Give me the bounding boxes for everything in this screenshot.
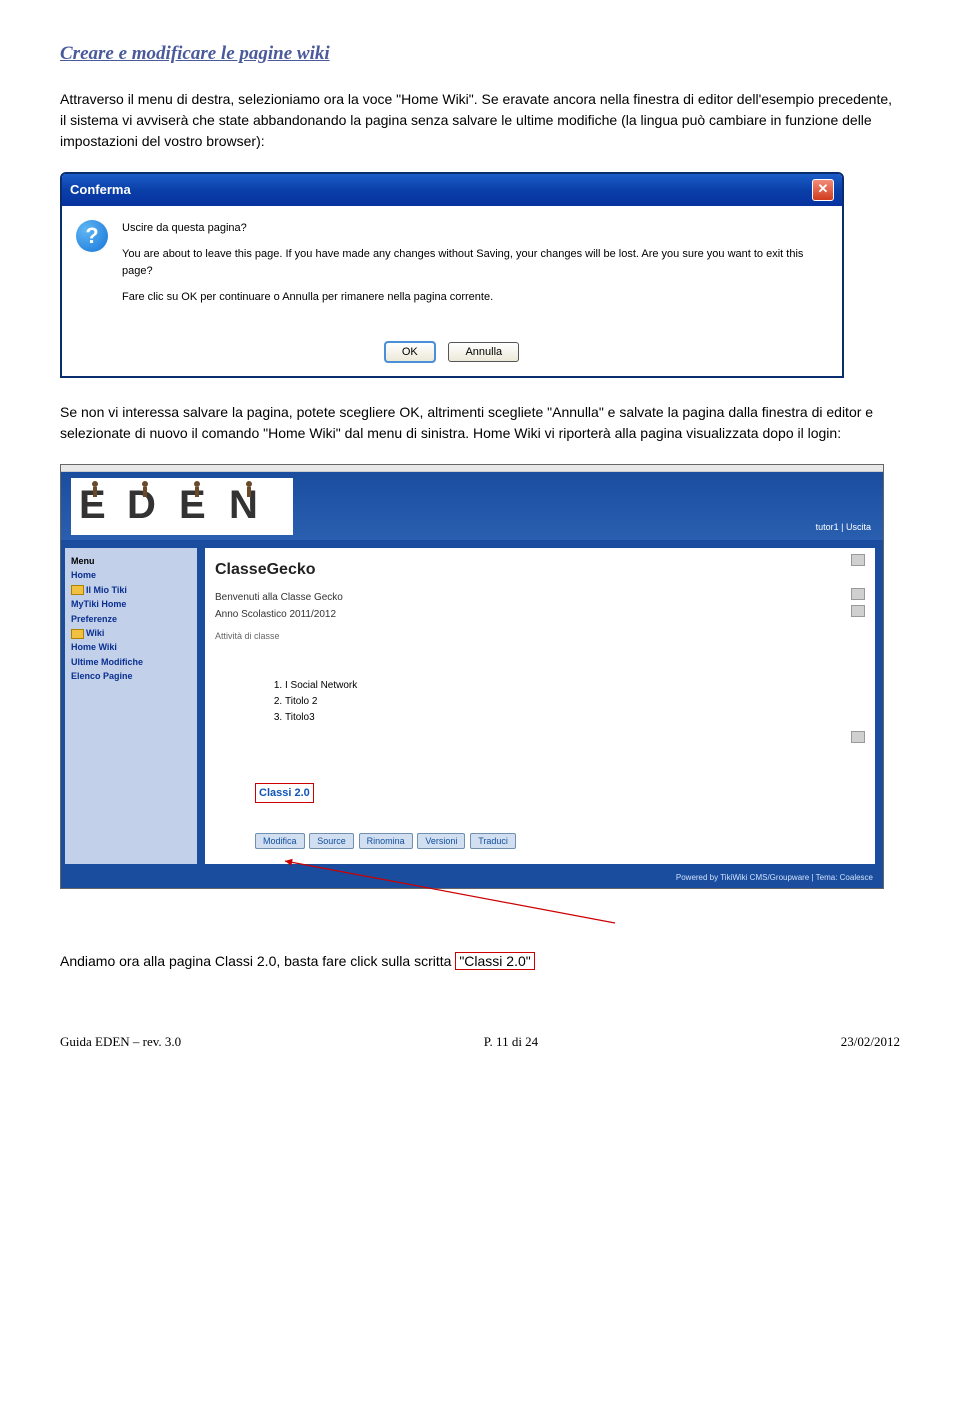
paragraph-3-prefix: Andiamo ora alla pagina Classi 2.0, bast… — [60, 953, 455, 969]
eden-main: ClasseGecko Benvenuti alla Classe Gecko … — [205, 548, 875, 864]
eden-userlinks[interactable]: tutor1 | Uscita — [816, 521, 871, 535]
svg-text:N: N — [229, 483, 258, 527]
eden-logo: E D E N — [71, 478, 293, 535]
paragraph-3-highlight: "Classi 2.0" — [455, 952, 534, 970]
menu-preferenze[interactable]: Preferenze — [71, 612, 191, 626]
dialog-title: Conferma — [70, 180, 131, 200]
dialog-body: ? Uscire da questa pagina? You are about… — [62, 206, 842, 330]
eden-year: Anno Scolastico 2011/2012 — [215, 607, 865, 622]
dialog-line-2: You are about to leave this page. If you… — [122, 246, 828, 279]
cancel-button[interactable]: Annulla — [448, 342, 519, 362]
eden-list-item-2[interactable]: Titolo 2 — [285, 694, 865, 709]
tool-versioni[interactable]: Versioni — [417, 833, 465, 849]
eden-welcome-text: Benvenuti alla Classe Gecko — [215, 592, 343, 603]
eden-list-item-3[interactable]: Titolo3 — [285, 710, 865, 725]
paragraph-2: Se non vi interessa salvare la pagina, p… — [60, 402, 900, 444]
svg-text:E: E — [79, 483, 106, 527]
document-footer: Guida EDEN – rev. 3.0 P. 11 di 24 23/02/… — [60, 1032, 900, 1052]
section-title: Creare e modificare le pagine wiki — [60, 40, 900, 69]
footer-center: P. 11 di 24 — [484, 1032, 538, 1052]
svg-text:D: D — [127, 483, 156, 527]
menu-folder-miotiki[interactable]: Il Mio Tiki — [71, 583, 191, 597]
page-icon[interactable] — [851, 554, 865, 566]
red-arrow — [60, 855, 884, 925]
menu-folder-wiki-label: Wiki — [86, 628, 104, 638]
tool-traduci[interactable]: Traduci — [470, 833, 516, 849]
eden-sidebar-menu: Menu Home Il Mio Tiki MyTiki Home Prefer… — [65, 548, 197, 864]
menu-mytikihome[interactable]: MyTiki Home — [71, 597, 191, 611]
close-icon[interactable]: ✕ — [812, 179, 834, 201]
edit-icon[interactable] — [851, 731, 865, 743]
dialog-line-1: Uscire da questa pagina? — [122, 220, 828, 237]
dialog-titlebar: Conferma ✕ — [62, 174, 842, 206]
menu-folder-wiki[interactable]: Wiki — [71, 626, 191, 640]
eden-year-text: Anno Scolastico 2011/2012 — [215, 609, 336, 620]
menu-ultime[interactable]: Ultime Modifiche — [71, 655, 191, 669]
menu-heading: Menu — [71, 554, 191, 568]
menu-homewiki[interactable]: Home Wiki — [71, 640, 191, 654]
menu-home[interactable]: Home — [71, 568, 191, 582]
edit-icon[interactable] — [851, 588, 865, 600]
eden-welcome: Benvenuti alla Classe Gecko — [215, 590, 865, 605]
svg-text:E: E — [179, 483, 206, 527]
tool-rinomina[interactable]: Rinomina — [359, 833, 413, 849]
eden-header: E D E N tutor1 | Uscita — [61, 472, 883, 540]
menu-elenco[interactable]: Elenco Pagine — [71, 669, 191, 683]
eden-activity: Attività di classe — [215, 630, 865, 644]
paragraph-1: Attraverso il menu di destra, selezionia… — [60, 89, 900, 152]
footer-right: 23/02/2012 — [841, 1032, 900, 1052]
paragraph-3: Andiamo ora alla pagina Classi 2.0, bast… — [60, 951, 900, 972]
edit-icon[interactable] — [851, 605, 865, 617]
dialog-text: Uscire da questa pagina? You are about t… — [122, 220, 828, 316]
ok-button[interactable]: OK — [385, 342, 435, 362]
folder-icon — [71, 629, 84, 639]
confirm-dialog: Conferma ✕ ? Uscire da questa pagina? Yo… — [60, 172, 844, 379]
eden-toolbar: Modifica Source Rinomina Versioni Traduc… — [255, 833, 865, 849]
dialog-line-3: Fare clic su OK per continuare o Annulla… — [122, 289, 828, 306]
eden-page-title: ClasseGecko — [215, 558, 865, 582]
browser-topbar — [61, 465, 883, 472]
eden-activity-list: I Social Network Titolo 2 Titolo3 — [285, 678, 865, 725]
tool-modifica[interactable]: Modifica — [255, 833, 305, 849]
eden-list-item-1[interactable]: I Social Network — [285, 678, 865, 693]
eden-screenshot: E D E N tutor1 | Uscita Menu Home Il Mio… — [60, 464, 884, 889]
question-icon: ? — [76, 220, 108, 252]
eden-body: Menu Home Il Mio Tiki MyTiki Home Prefer… — [61, 540, 883, 868]
classi-link[interactable]: Classi 2.0 — [255, 783, 314, 804]
tool-source[interactable]: Source — [309, 833, 354, 849]
menu-folder-miotiki-label: Il Mio Tiki — [86, 585, 127, 595]
footer-left: Guida EDEN – rev. 3.0 — [60, 1032, 181, 1052]
dialog-buttons: OK Annulla — [62, 330, 842, 377]
folder-icon — [71, 585, 84, 595]
